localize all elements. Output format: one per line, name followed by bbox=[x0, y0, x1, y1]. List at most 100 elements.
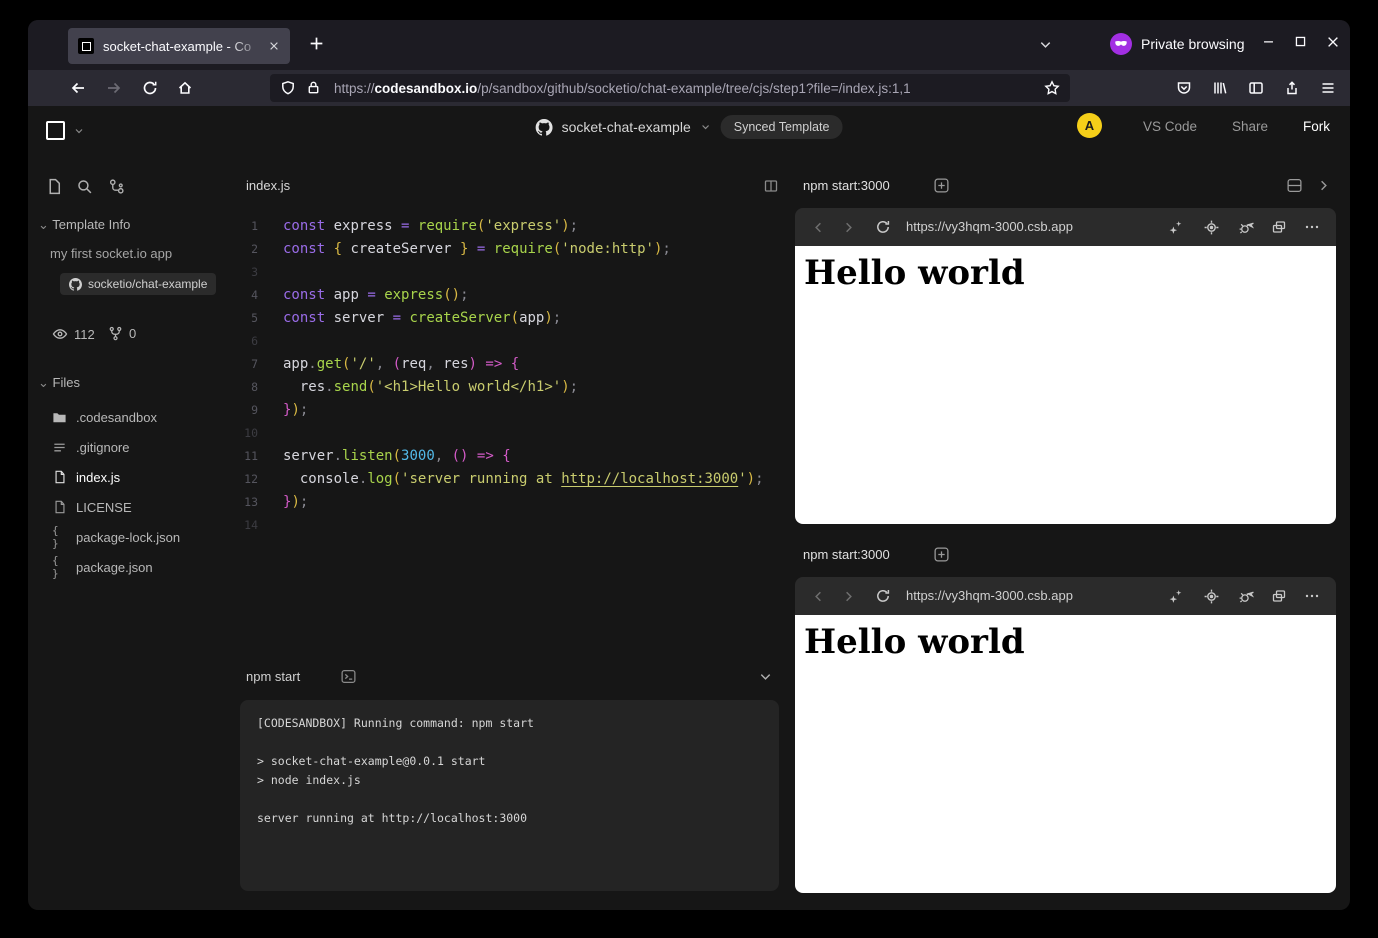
url-path: /p/sandbox/github/socketio/chat-example/… bbox=[477, 81, 910, 96]
line-number: 7 bbox=[240, 357, 258, 371]
tracking-shield-icon[interactable] bbox=[280, 80, 296, 96]
share-button[interactable]: Share bbox=[1232, 119, 1268, 134]
url-domain: codesandbox.io bbox=[375, 81, 478, 96]
devtools-nodes-icon[interactable] bbox=[108, 178, 125, 195]
project-name: socket-chat-example bbox=[562, 119, 691, 135]
repo-badge[interactable]: socketio/chat-example bbox=[60, 273, 216, 295]
forward-icon[interactable] bbox=[839, 587, 857, 605]
responsive-target-icon[interactable] bbox=[1202, 218, 1220, 236]
line-number: 10 bbox=[240, 426, 258, 440]
preview-page[interactable]: Hello world bbox=[795, 246, 1336, 524]
reload-icon[interactable] bbox=[142, 80, 158, 96]
add-task-icon[interactable] bbox=[933, 546, 950, 563]
menu-icon[interactable] bbox=[1320, 80, 1336, 96]
search-icon[interactable] bbox=[76, 178, 93, 195]
avatar[interactable]: A bbox=[1077, 113, 1102, 138]
reload-icon[interactable] bbox=[874, 218, 892, 236]
file-row-package[interactable]: { } package.json bbox=[28, 552, 240, 582]
code-text: app.get('/', (req, res) => { bbox=[283, 356, 519, 372]
file-row-license[interactable]: LICENSE bbox=[28, 492, 240, 522]
project-title-group[interactable]: socket-chat-example Synced Template bbox=[536, 115, 843, 139]
more-options-icon[interactable] bbox=[1303, 587, 1321, 605]
browser-tab[interactable]: socket-chat-example - Co bbox=[68, 28, 290, 64]
private-mask-icon bbox=[1110, 33, 1132, 55]
file-row-gitignore[interactable]: .gitignore bbox=[28, 432, 240, 462]
maximize-icon[interactable] bbox=[1292, 33, 1309, 50]
line-number: 9 bbox=[240, 403, 258, 417]
back-icon[interactable] bbox=[809, 587, 827, 605]
file-explorer-icon[interactable] bbox=[46, 178, 63, 195]
add-task-icon[interactable] bbox=[933, 177, 950, 194]
terminal-header[interactable]: npm start bbox=[240, 664, 779, 692]
lock-icon[interactable] bbox=[306, 80, 322, 96]
url-prefix: https:// bbox=[334, 81, 375, 96]
views-count: 112 bbox=[74, 327, 95, 342]
more-options-icon[interactable] bbox=[1303, 218, 1321, 236]
chevron-down-icon: ⌄ bbox=[38, 375, 53, 390]
vscode-button[interactable]: VS Code bbox=[1143, 119, 1197, 134]
workspace-menu[interactable] bbox=[46, 121, 85, 140]
code-line: 5const server = createServer(app); bbox=[240, 306, 764, 329]
duplicate-window-icon[interactable] bbox=[1270, 587, 1288, 605]
preview-heading: Hello world bbox=[804, 622, 1336, 662]
list-tabs-chevron-icon[interactable] bbox=[1038, 37, 1053, 52]
github-icon bbox=[536, 119, 553, 136]
duplicate-window-icon[interactable] bbox=[1270, 218, 1288, 236]
minimize-icon[interactable] bbox=[1260, 33, 1277, 50]
forward-icon[interactable] bbox=[106, 80, 122, 96]
private-browsing-indicator: Private browsing bbox=[1110, 33, 1245, 55]
split-editor-icon[interactable] bbox=[763, 178, 779, 194]
code-line: 2const { createServer } = require('node:… bbox=[240, 237, 764, 260]
bookmark-star-icon[interactable] bbox=[1044, 80, 1060, 96]
terminal-output[interactable]: [CODESANDBOX] Running command: npm start… bbox=[240, 700, 779, 891]
fork-button[interactable]: Fork bbox=[1303, 119, 1330, 134]
repo-name: socketio/chat-example bbox=[88, 277, 207, 291]
window-controls bbox=[1260, 33, 1341, 50]
chevron-right-icon[interactable] bbox=[1315, 177, 1332, 194]
collapse-terminal-chevron-icon[interactable] bbox=[758, 669, 773, 684]
file-row-codesandbox[interactable]: .codesandbox bbox=[28, 402, 240, 432]
inspect-debug-icon[interactable] bbox=[1237, 587, 1255, 605]
ai-sparkles-icon[interactable] bbox=[1166, 587, 1184, 605]
split-panel-icon[interactable] bbox=[1286, 177, 1303, 194]
codesandbox-header: socket-chat-example Synced Template A VS… bbox=[28, 106, 1350, 158]
sidebars-icon[interactable] bbox=[1248, 80, 1264, 96]
files-section-header[interactable]: ⌄ Files bbox=[38, 375, 80, 391]
library-icon[interactable] bbox=[1212, 80, 1228, 96]
preview-tab-label[interactable]: npm start:3000 bbox=[803, 547, 890, 562]
tab-close-icon[interactable] bbox=[268, 40, 280, 52]
code-text: }); bbox=[283, 494, 308, 510]
responsive-target-icon[interactable] bbox=[1202, 587, 1220, 605]
reload-icon[interactable] bbox=[874, 587, 892, 605]
forward-icon[interactable] bbox=[839, 218, 857, 236]
back-icon[interactable] bbox=[70, 80, 86, 96]
file-row-package-lock[interactable]: { } package-lock.json bbox=[28, 522, 240, 552]
preview-page[interactable]: Hello world bbox=[795, 615, 1336, 893]
file-name: index.js bbox=[76, 470, 120, 485]
template-info-section-header[interactable]: ⌄ Template Info bbox=[38, 217, 130, 233]
back-icon[interactable] bbox=[809, 218, 827, 236]
line-number: 6 bbox=[240, 334, 258, 348]
close-icon[interactable] bbox=[1324, 33, 1341, 50]
code-line: 13}); bbox=[240, 490, 764, 513]
pocket-icon[interactable] bbox=[1176, 80, 1192, 96]
terminal-line: [CODESANDBOX] Running command: npm start bbox=[257, 714, 779, 733]
file-icon bbox=[52, 500, 67, 515]
terminal-tab-label[interactable]: npm start bbox=[246, 669, 300, 684]
url-bar[interactable]: https://codesandbox.io/p/sandbox/github/… bbox=[270, 74, 1070, 102]
code-area[interactable]: 1const express = require('express');2con… bbox=[240, 214, 764, 536]
preview-url[interactable]: https://vy3hqm-3000.csb.app bbox=[906, 219, 1073, 234]
preview-tab-label[interactable]: npm start:3000 bbox=[803, 178, 890, 193]
code-line: 14 bbox=[240, 513, 764, 536]
editor-tab-indexjs[interactable]: index.js bbox=[246, 178, 290, 193]
code-text: }); bbox=[283, 402, 308, 418]
inspect-debug-icon[interactable] bbox=[1237, 218, 1255, 236]
share-icon[interactable] bbox=[1284, 80, 1300, 96]
ai-sparkles-icon[interactable] bbox=[1166, 218, 1184, 236]
file-row-indexjs[interactable]: index.js bbox=[28, 462, 240, 492]
home-icon[interactable] bbox=[177, 80, 193, 96]
folder-icon bbox=[52, 410, 67, 425]
synced-template-badge: Synced Template bbox=[721, 115, 843, 139]
preview-url[interactable]: https://vy3hqm-3000.csb.app bbox=[906, 588, 1073, 603]
new-tab-button[interactable] bbox=[308, 35, 325, 52]
